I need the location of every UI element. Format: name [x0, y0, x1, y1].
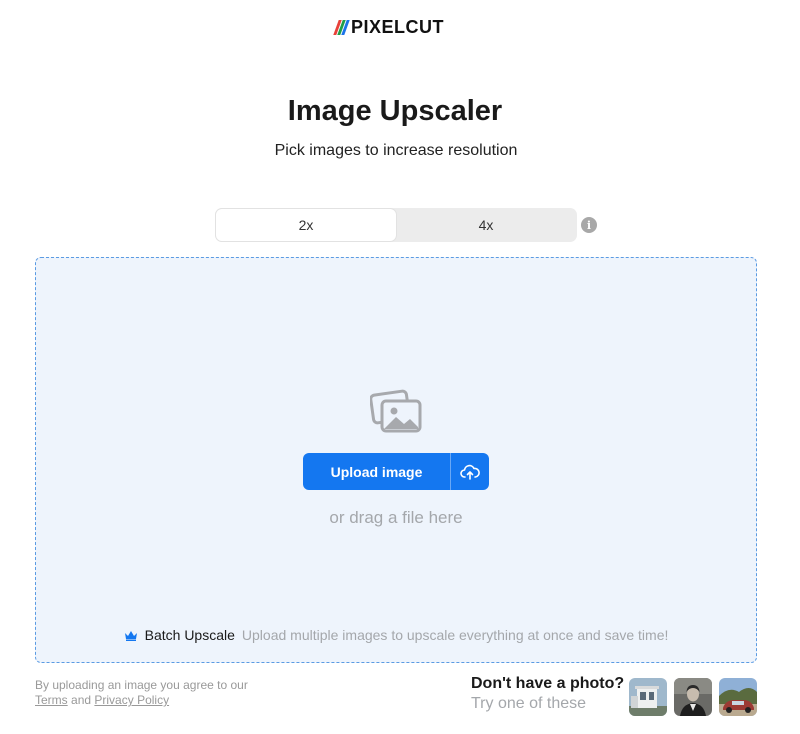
- legal-notice: By uploading an image you agree to our T…: [35, 678, 248, 708]
- photos-icon: [370, 389, 422, 433]
- sample-car-photo[interactable]: [719, 678, 757, 716]
- legal-prefix: By uploading an image you agree to our: [35, 678, 248, 692]
- batch-upscale-link[interactable]: Batch Upscale: [145, 627, 235, 643]
- sample-building-photo[interactable]: [629, 678, 667, 716]
- upload-image-button[interactable]: Upload image: [303, 453, 450, 490]
- logo-text: PIXELCUT: [351, 17, 445, 37]
- crown-icon: [124, 630, 137, 641]
- logo-stripes-icon: [333, 20, 350, 35]
- sample-title: Don't have a photo?: [471, 675, 625, 692]
- cloud-upload-icon: [460, 464, 480, 480]
- legal-and: and: [71, 693, 92, 707]
- cloud-upload-button[interactable]: [451, 453, 489, 490]
- terms-link[interactable]: Terms: [35, 693, 68, 707]
- page-subtitle: Pick images to increase resolution: [274, 142, 518, 159]
- page-title: Image Upscaler: [287, 95, 503, 127]
- batch-upscale-row: Batch Upscale Upload multiple images to …: [36, 627, 756, 643]
- upload-button-group: Upload image: [303, 453, 489, 490]
- privacy-policy-link[interactable]: Privacy Policy: [94, 693, 169, 707]
- sample-prompt: Don't have a photo? Try one of these: [471, 675, 624, 713]
- upload-dropzone[interactable]: Upload image or drag a file here Batch U…: [35, 257, 757, 663]
- sample-subtitle: Try one of these: [471, 695, 587, 712]
- info-icon[interactable]: i: [581, 217, 597, 233]
- sample-portrait-photo[interactable]: [674, 678, 712, 716]
- batch-description: Upload multiple images to upscale everyt…: [241, 627, 669, 643]
- scale-option-4x[interactable]: 4x: [396, 209, 576, 241]
- scale-option-2x[interactable]: 2x: [216, 209, 396, 241]
- drag-hint: or drag a file here: [329, 508, 463, 527]
- pixelcut-logo[interactable]: PIXELCUT: [333, 17, 445, 38]
- scale-toggle: 2x 4x: [215, 208, 577, 242]
